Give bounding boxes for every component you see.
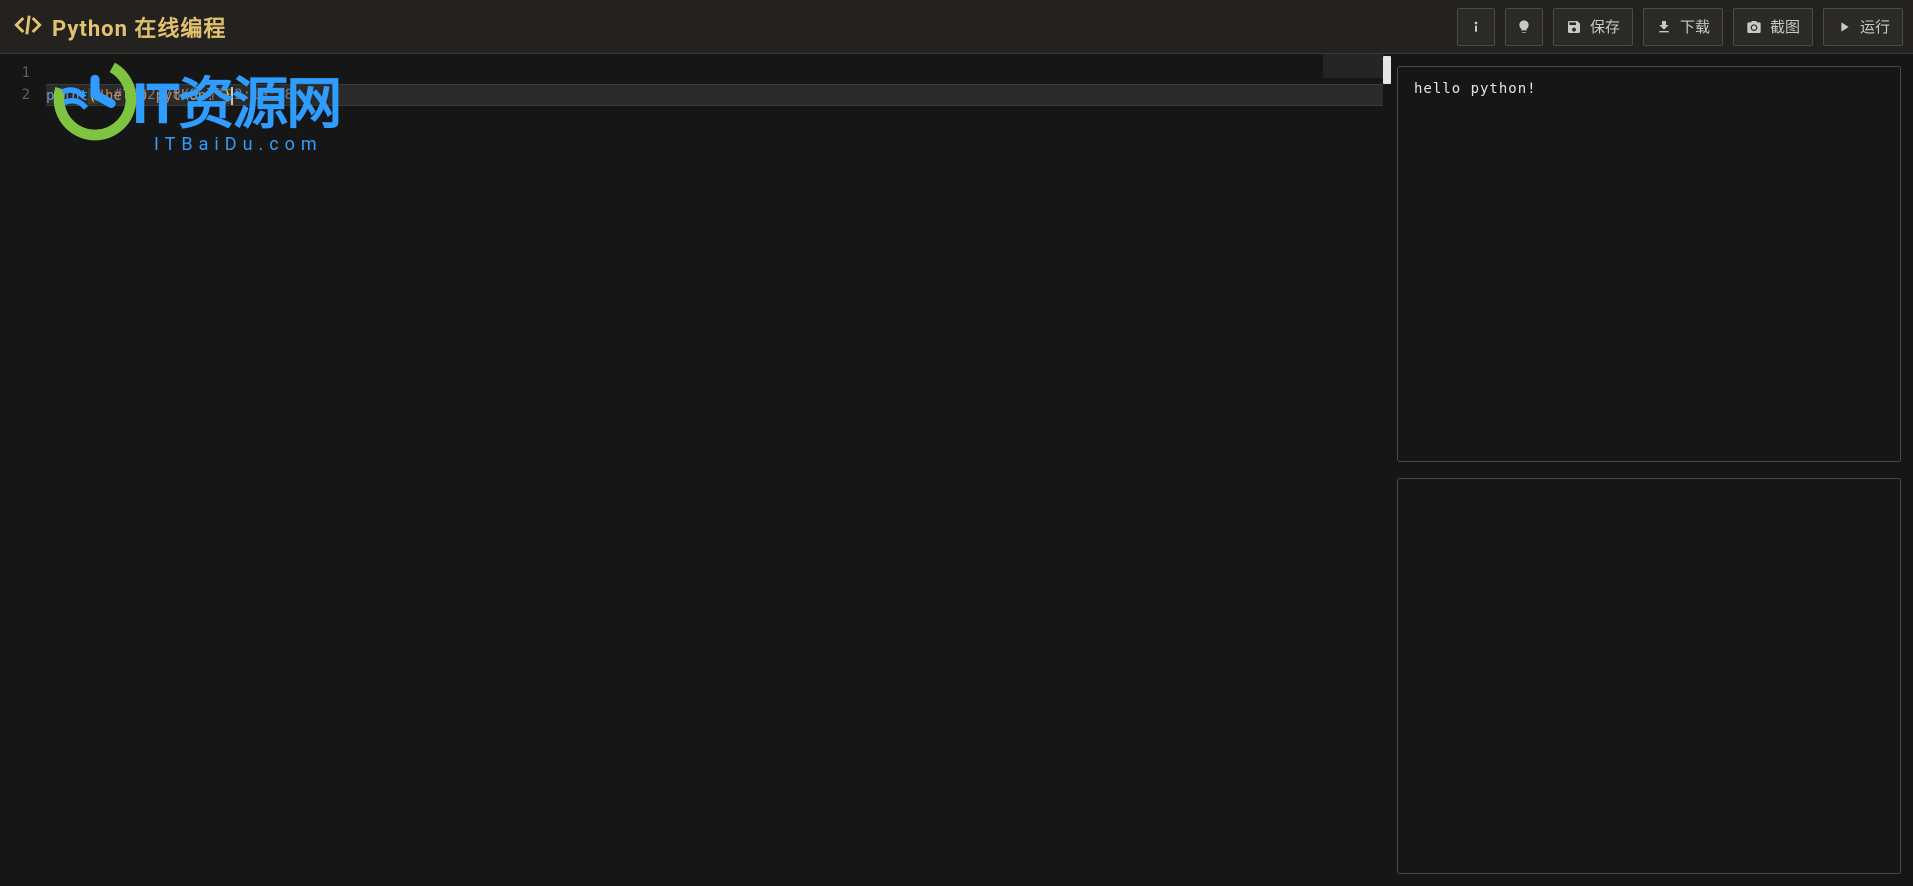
bracket-token: ) bbox=[223, 88, 231, 104]
code-icon bbox=[14, 11, 42, 43]
camera-icon bbox=[1746, 19, 1762, 35]
page-title: Python 在线编程 bbox=[52, 11, 226, 43]
screenshot-button[interactable]: 截图 bbox=[1733, 8, 1813, 46]
extra-output[interactable] bbox=[1397, 478, 1901, 874]
download-button[interactable]: 下载 bbox=[1643, 8, 1723, 46]
line-number: 2 bbox=[0, 84, 46, 106]
main-content: 1 2 # 2021/8/8 下午2:19:18 print("hello py… bbox=[0, 54, 1913, 886]
line-number: 1 bbox=[0, 62, 46, 84]
text-cursor bbox=[231, 87, 233, 105]
header-toolbar: Python 在线编程 保存 下载 bbox=[0, 0, 1913, 54]
screenshot-label: 截图 bbox=[1770, 16, 1800, 37]
stdout-output[interactable]: hello python! bbox=[1397, 66, 1901, 462]
info-icon bbox=[1468, 19, 1484, 35]
run-button[interactable]: 运行 bbox=[1823, 8, 1903, 46]
bracket-token: ( bbox=[88, 88, 96, 104]
code-line: # 2021/8/8 下午2:19:18 bbox=[46, 62, 1383, 84]
line-gutter: 1 2 bbox=[0, 54, 46, 886]
save-button[interactable]: 保存 bbox=[1553, 8, 1633, 46]
code-editor-panel[interactable]: 1 2 # 2021/8/8 下午2:19:18 print("hello py… bbox=[0, 54, 1383, 886]
lightbulb-icon bbox=[1516, 19, 1532, 35]
play-icon bbox=[1836, 19, 1852, 35]
output-panel: hello python! bbox=[1391, 54, 1913, 886]
info-button[interactable] bbox=[1457, 8, 1495, 46]
download-icon bbox=[1656, 19, 1672, 35]
panel-splitter[interactable] bbox=[1383, 54, 1391, 886]
header-right: 保存 下载 截图 运行 bbox=[1457, 8, 1903, 46]
run-label: 运行 bbox=[1860, 16, 1890, 37]
code-area[interactable]: # 2021/8/8 下午2:19:18 print("hello python… bbox=[46, 54, 1383, 886]
keyword-token: print bbox=[46, 88, 88, 104]
save-label: 保存 bbox=[1590, 16, 1620, 37]
download-label: 下载 bbox=[1680, 16, 1710, 37]
theme-button[interactable] bbox=[1505, 8, 1543, 46]
minimap[interactable] bbox=[1323, 54, 1383, 78]
header-left: Python 在线编程 bbox=[10, 11, 226, 43]
string-token: "hello python!" bbox=[97, 88, 223, 104]
splitter-handle-icon[interactable] bbox=[1383, 56, 1391, 84]
save-icon bbox=[1566, 19, 1582, 35]
